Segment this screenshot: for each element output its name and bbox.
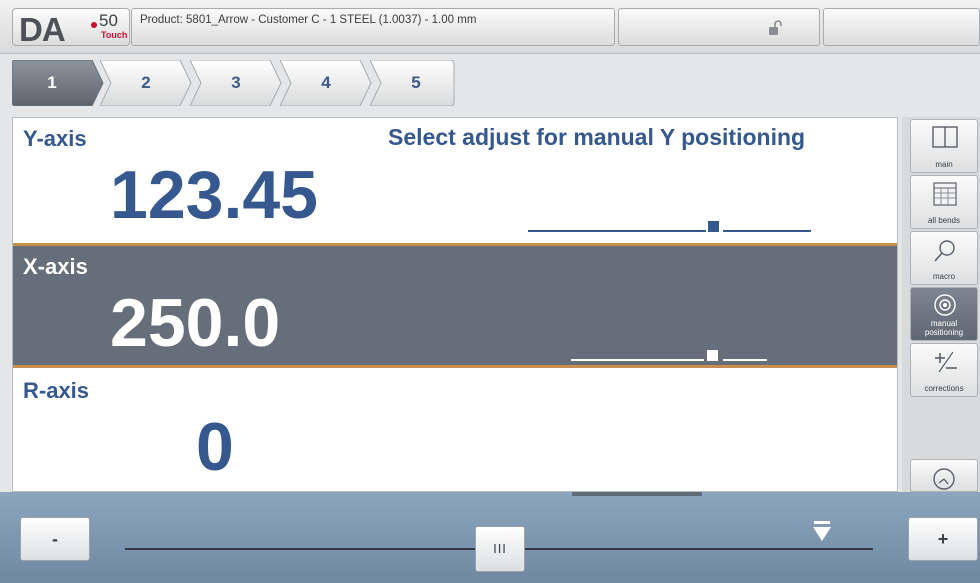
main-panel-icon	[932, 126, 958, 148]
plus-button[interactable]: +	[908, 517, 978, 561]
corrections-button-label: corrections	[924, 384, 964, 393]
step-tab-3[interactable]: 3	[190, 60, 282, 106]
da50-logo: DA 50 Touch	[12, 8, 130, 48]
r-axis-row[interactable]: R-axis 0	[13, 370, 897, 491]
logo-dot	[91, 22, 97, 28]
clock-icon	[933, 468, 955, 490]
corrections-button[interactable]: corrections	[910, 343, 978, 397]
y-input-integer-blank	[528, 230, 706, 232]
logo-sub: Touch	[101, 30, 128, 40]
y-axis-row[interactable]: Y-axis Select adjust for manual Y positi…	[13, 118, 897, 241]
plus-minus-icon	[935, 351, 957, 373]
side-menu: main all bends macro manual positioning	[902, 117, 980, 492]
macro-button-label: macro	[932, 272, 956, 281]
y-axis-value: 123.45	[110, 157, 318, 233]
y-input-decimal-point	[708, 221, 719, 232]
all-bends-button-label: all bends	[927, 216, 961, 225]
all-bends-button[interactable]: all bends	[910, 175, 978, 229]
bottom-tab-handle	[572, 492, 702, 496]
manual-positioning-icon	[934, 294, 956, 316]
macro-button[interactable]: macro	[910, 231, 978, 285]
manual-positioning-button-label: manual positioning	[924, 319, 964, 337]
step-label: 1	[47, 73, 57, 92]
step-label: 5	[411, 73, 421, 92]
r-axis-label: R-axis	[23, 378, 90, 403]
unlocked-padlock-icon	[769, 20, 782, 35]
step-tab-1[interactable]: 1	[12, 60, 104, 106]
clock-button[interactable]	[910, 459, 978, 492]
r-axis-value: 0	[196, 409, 234, 485]
lock-button[interactable]	[618, 8, 820, 46]
slider-thumb[interactable]: III	[475, 526, 525, 572]
product-info-text: Product: 5801_Arrow - Customer C - 1 STE…	[140, 14, 477, 26]
bend-steps: 1 2 3 4 5	[12, 60, 482, 108]
axis-panel: Y-axis Select adjust for manual Y positi…	[12, 117, 898, 492]
step-tab-4[interactable]: 4	[280, 60, 372, 106]
x-input-integer-blank	[571, 359, 704, 361]
minus-button[interactable]: -	[20, 517, 90, 561]
x-axis-value: 250.0	[110, 285, 281, 361]
step-label: 2	[141, 73, 151, 92]
header-right-panel[interactable]	[823, 8, 980, 46]
x-axis-row[interactable]: X-axis 250.0	[13, 243, 897, 368]
step-label: 4	[321, 73, 331, 92]
logo-model: 50	[99, 11, 118, 30]
manual-positioning-button[interactable]: manual positioning	[910, 287, 978, 341]
all-bends-grid-icon	[933, 182, 957, 206]
main-button-label: main	[935, 160, 953, 169]
step-tab-2[interactable]: 2	[100, 60, 192, 106]
x-input-decimal-point	[707, 350, 718, 361]
step-label: 3	[231, 73, 241, 92]
x-axis-label: X-axis	[23, 254, 88, 279]
slider-bar: - III +	[0, 492, 980, 583]
target-marker-icon	[813, 521, 831, 541]
magnifier-icon	[934, 240, 955, 262]
main-button[interactable]: main	[910, 119, 978, 173]
x-input-fraction-blank	[723, 359, 767, 361]
step-tab-5[interactable]: 5	[370, 60, 456, 106]
y-input-fraction-blank	[723, 230, 811, 232]
y-axis-label: Y-axis	[23, 126, 87, 151]
positioning-hint: Select adjust for manual Y positioning	[388, 124, 806, 150]
product-info[interactable]: Product: 5801_Arrow - Customer C - 1 STE…	[131, 8, 615, 46]
logo-text: DA	[19, 11, 66, 48]
header-bar: DA 50 Touch Product: 5801_Arrow - Custom…	[0, 0, 980, 54]
